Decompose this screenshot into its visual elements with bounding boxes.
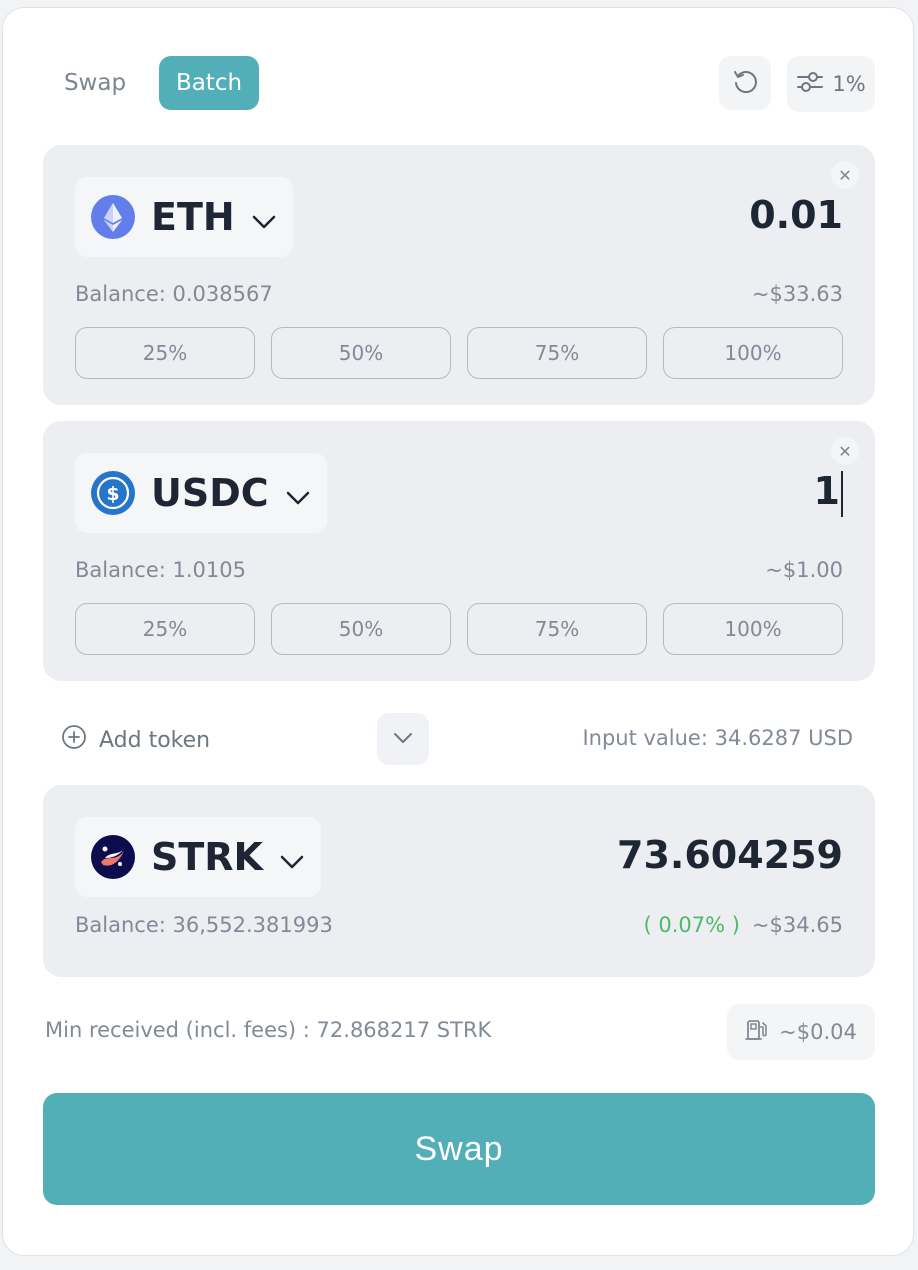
percent-buttons: 25% 50% 75% 100%	[75, 327, 843, 379]
add-token-button[interactable]: Add token	[61, 714, 210, 766]
percent-100-button[interactable]: 100%	[663, 327, 843, 379]
balance-label: Balance: 1.0105	[75, 558, 246, 582]
gas-pump-icon	[745, 1017, 769, 1048]
amount-value: 1	[813, 469, 840, 513]
swap-button[interactable]: Swap	[43, 1093, 875, 1205]
eth-logo-icon	[91, 195, 135, 239]
sliders-icon	[796, 70, 824, 99]
token-selector-strk[interactable]: STRK	[75, 817, 321, 897]
switch-direction-button[interactable]	[377, 713, 429, 765]
percent-25-button[interactable]: 25%	[75, 327, 255, 379]
input-token-panel-usdc: ✕ $ USDC 1 Balance: 1.0105 ~$1.00 25% 50…	[43, 421, 875, 681]
gas-fee-badge: ~$0.04	[727, 1004, 875, 1060]
slippage-settings-button[interactable]: 1%	[787, 56, 875, 112]
chevron-down-icon	[279, 835, 305, 879]
svg-text:$: $	[106, 483, 119, 505]
token-symbol: USDC	[151, 471, 269, 515]
strk-logo-icon	[91, 835, 135, 879]
text-cursor	[841, 470, 843, 517]
close-icon[interactable]: ✕	[831, 437, 859, 465]
percent-75-button[interactable]: 75%	[467, 327, 647, 379]
chevron-down-icon	[251, 195, 277, 239]
output-token-panel: STRK 73.604259 Balance: 36,552.381993 ( …	[43, 785, 875, 977]
percent-25-button[interactable]: 25%	[75, 603, 255, 655]
percent-100-button[interactable]: 100%	[663, 603, 843, 655]
token-symbol: ETH	[151, 195, 235, 239]
balance-label: Balance: 0.038567	[75, 282, 273, 306]
tab-swap[interactable]: Swap	[45, 56, 145, 110]
refresh-icon	[731, 67, 759, 99]
amount-input[interactable]: 0.01	[749, 193, 843, 237]
input-token-panel-eth: ✕ ETH 0.01 Balance: 0.038567 ~$33.63 25%…	[43, 145, 875, 405]
usd-value: ~$33.63	[751, 282, 843, 306]
price-impact: ( 0.07% )	[643, 913, 740, 937]
tab-batch[interactable]: Batch	[159, 56, 259, 110]
output-usd-row: ( 0.07% ) ~$34.65	[643, 913, 843, 937]
usd-value: ~$1.00	[765, 558, 843, 582]
gas-fee-value: ~$0.04	[779, 1020, 857, 1044]
percent-75-button[interactable]: 75%	[467, 603, 647, 655]
slippage-value: 1%	[832, 72, 866, 96]
chevron-down-icon	[392, 730, 414, 749]
percent-50-button[interactable]: 50%	[271, 327, 451, 379]
percent-50-button[interactable]: 50%	[271, 603, 451, 655]
input-value-label: Input value: 34.6287 USD	[582, 726, 853, 750]
token-selector-eth[interactable]: ETH	[75, 177, 293, 257]
balance-label: Balance: 36,552.381993	[75, 913, 333, 937]
usd-value: ~$34.65	[751, 913, 843, 937]
plus-circle-icon	[61, 724, 87, 756]
output-amount: 73.604259	[617, 833, 843, 877]
token-symbol: STRK	[151, 835, 263, 879]
token-selector-usdc[interactable]: $ USDC	[75, 453, 327, 533]
usdc-logo-icon: $	[91, 471, 135, 515]
close-icon[interactable]: ✕	[831, 161, 859, 189]
refresh-button[interactable]	[719, 56, 771, 110]
min-received-label: Min received (incl. fees) : 72.868217 ST…	[45, 1018, 492, 1042]
chevron-down-icon	[285, 471, 311, 515]
add-token-label: Add token	[99, 727, 211, 753]
swap-card: Swap Batch 1% ✕ ETH 0.01 Balance: 0.0385…	[2, 7, 914, 1256]
amount-input[interactable]: 1	[814, 469, 843, 517]
percent-buttons: 25% 50% 75% 100%	[75, 603, 843, 655]
